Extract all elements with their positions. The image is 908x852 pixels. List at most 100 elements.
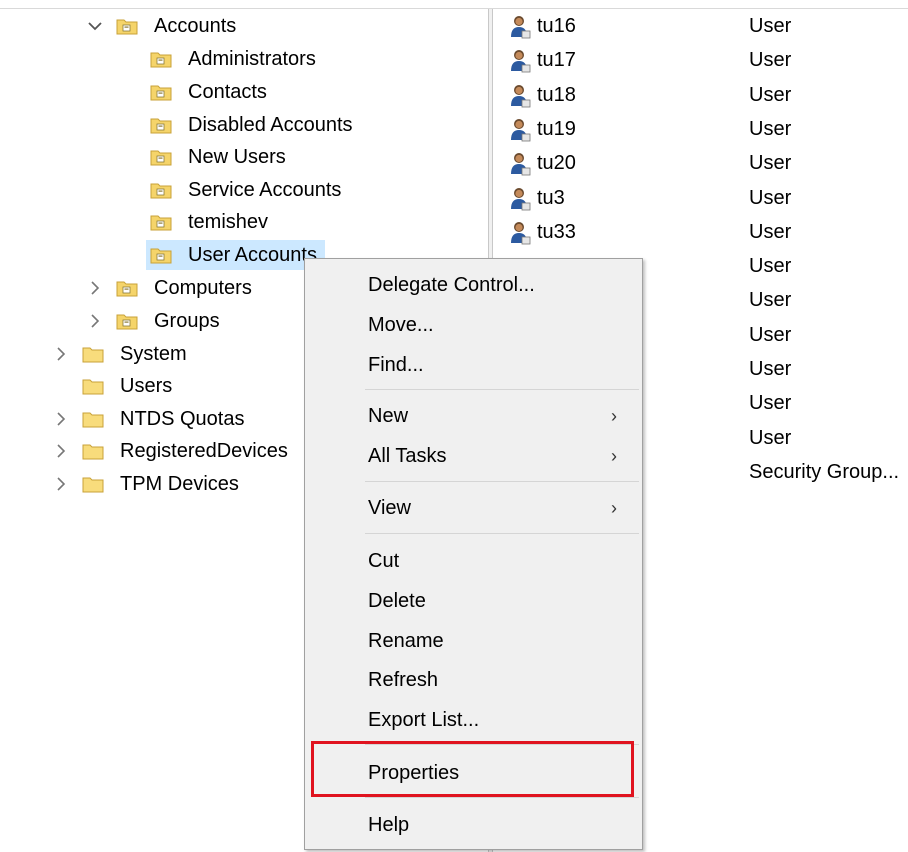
tree-label: Contacts (188, 81, 267, 103)
tree-node-registered-devices[interactable]: RegisteredDevices (50, 436, 292, 466)
user-icon (509, 84, 531, 108)
ou-folder-icon (150, 50, 172, 68)
list-row[interactable]: tu20 User (493, 146, 908, 180)
user-icon (509, 152, 531, 176)
list-row-type: User (749, 255, 792, 278)
tree-label: Groups (154, 310, 220, 332)
ou-folder-icon (150, 116, 172, 134)
tree-node-disabled-accounts[interactable]: Disabled Accounts (150, 110, 357, 140)
list-row-name: tu18 (537, 83, 576, 106)
user-icon (509, 187, 531, 211)
list-row-type: User (749, 392, 792, 415)
tree-node-administrators[interactable]: Administrators (150, 44, 320, 74)
menu-item-label: Export List... (368, 709, 480, 731)
menu-item-view[interactable]: View › (305, 490, 642, 526)
menu-item-all-tasks[interactable]: All Tasks › (305, 438, 642, 474)
menu-item-delegate-control[interactable]: Delegate Control... (305, 267, 642, 303)
tree-label: TPM Devices (120, 473, 239, 495)
tree-node-system[interactable]: System (50, 339, 191, 369)
tree-label: Disabled Accounts (188, 114, 353, 136)
list-row-type: User (749, 49, 792, 72)
ou-folder-icon (116, 17, 138, 35)
list-row[interactable]: tu16 User (493, 9, 908, 43)
menu-item-label: All Tasks (368, 445, 447, 467)
menu-item-help[interactable]: Help (305, 807, 642, 843)
tree-label: temishev (188, 211, 269, 233)
list-row-type: User (749, 289, 792, 312)
chevron-right-icon[interactable] (50, 404, 72, 434)
folder-icon (82, 475, 104, 493)
ou-folder-icon (150, 213, 172, 231)
user-icon (509, 49, 531, 73)
menu-item-refresh[interactable]: Refresh (305, 662, 642, 698)
ou-folder-icon (116, 279, 138, 297)
menu-item-cut[interactable]: Cut (305, 543, 642, 579)
ou-folder-icon (150, 148, 172, 166)
menu-item-label: Move... (368, 314, 434, 336)
chevron-down-icon[interactable] (84, 11, 106, 41)
chevron-right-icon[interactable] (50, 469, 72, 499)
tree-node-accounts[interactable]: Accounts (84, 11, 240, 41)
list-row[interactable]: tu17 User (493, 43, 908, 77)
menu-item-new[interactable]: New › (305, 398, 642, 434)
chevron-right-icon[interactable] (50, 436, 72, 466)
tree-node-tpm-devices[interactable]: TPM Devices (50, 469, 243, 499)
menu-item-label: View (368, 497, 411, 519)
chevron-right-icon[interactable] (84, 306, 106, 336)
menu-item-label: Delete (368, 590, 426, 612)
menu-separator (365, 533, 639, 534)
tree-node-users[interactable]: Users (82, 371, 176, 401)
tree-label: System (120, 343, 187, 365)
list-row-type: User (749, 117, 792, 140)
folder-icon (82, 345, 104, 363)
ou-folder-icon (116, 312, 138, 330)
menu-item-label: Refresh (368, 669, 439, 691)
user-icon (509, 221, 531, 245)
tree-node-user-accounts[interactable]: User Accounts (146, 240, 325, 270)
menu-item-label: Find... (368, 354, 424, 376)
chevron-right-icon[interactable] (84, 273, 106, 303)
tree-label: RegisteredDevices (120, 440, 288, 462)
list-row-name: tu19 (537, 117, 576, 140)
list-row-name: tu33 (537, 220, 576, 243)
tree-node-groups[interactable]: Groups (84, 306, 224, 336)
folder-icon (82, 377, 104, 395)
list-row[interactable]: tu18 User (493, 78, 908, 112)
menu-item-move[interactable]: Move... (305, 307, 642, 343)
list-row-type: Security Group... (749, 460, 900, 483)
menu-item-label: Cut (368, 550, 400, 572)
tree-label: Computers (154, 277, 252, 299)
properties-highlight-box (311, 741, 634, 797)
list-row-type: User (749, 426, 792, 449)
tree-node-ntds-quotas[interactable]: NTDS Quotas (50, 404, 248, 434)
list-row-name: tu16 (537, 15, 576, 37)
menu-item-label: New (368, 405, 409, 427)
list-row[interactable]: tu3 User (493, 181, 908, 215)
tree-node-service-accounts[interactable]: Service Accounts (150, 175, 345, 205)
menu-item-find[interactable]: Find... (305, 347, 642, 383)
menu-separator (365, 389, 639, 390)
menu-item-delete[interactable]: Delete (305, 583, 642, 619)
user-icon (509, 15, 531, 39)
user-icon (509, 118, 531, 142)
list-row-type: User (749, 83, 792, 106)
menu-item-label: Delegate Control... (368, 274, 535, 296)
list-row-name: tu17 (537, 49, 576, 72)
menu-separator (365, 481, 639, 482)
list-row-name: tu20 (537, 152, 576, 175)
tree-node-new-users[interactable]: New Users (150, 142, 290, 172)
submenu-arrow-icon: › (611, 498, 617, 518)
menu-item-rename[interactable]: Rename (305, 623, 642, 659)
chevron-right-icon[interactable] (50, 339, 72, 369)
tree-node-temishev[interactable]: temishev (150, 207, 272, 237)
tree-node-contacts[interactable]: Contacts (150, 77, 271, 107)
tree-label: User Accounts (184, 241, 321, 269)
submenu-arrow-icon: › (611, 406, 617, 426)
list-row[interactable]: tu19 User (493, 112, 908, 146)
folder-icon (82, 410, 104, 428)
tree-node-computers[interactable]: Computers (84, 273, 256, 303)
submenu-arrow-icon: › (611, 446, 617, 466)
tree-label: NTDS Quotas (120, 408, 245, 430)
list-row[interactable]: tu33 User (493, 215, 908, 249)
menu-item-export-list[interactable]: Export List... (305, 702, 642, 738)
